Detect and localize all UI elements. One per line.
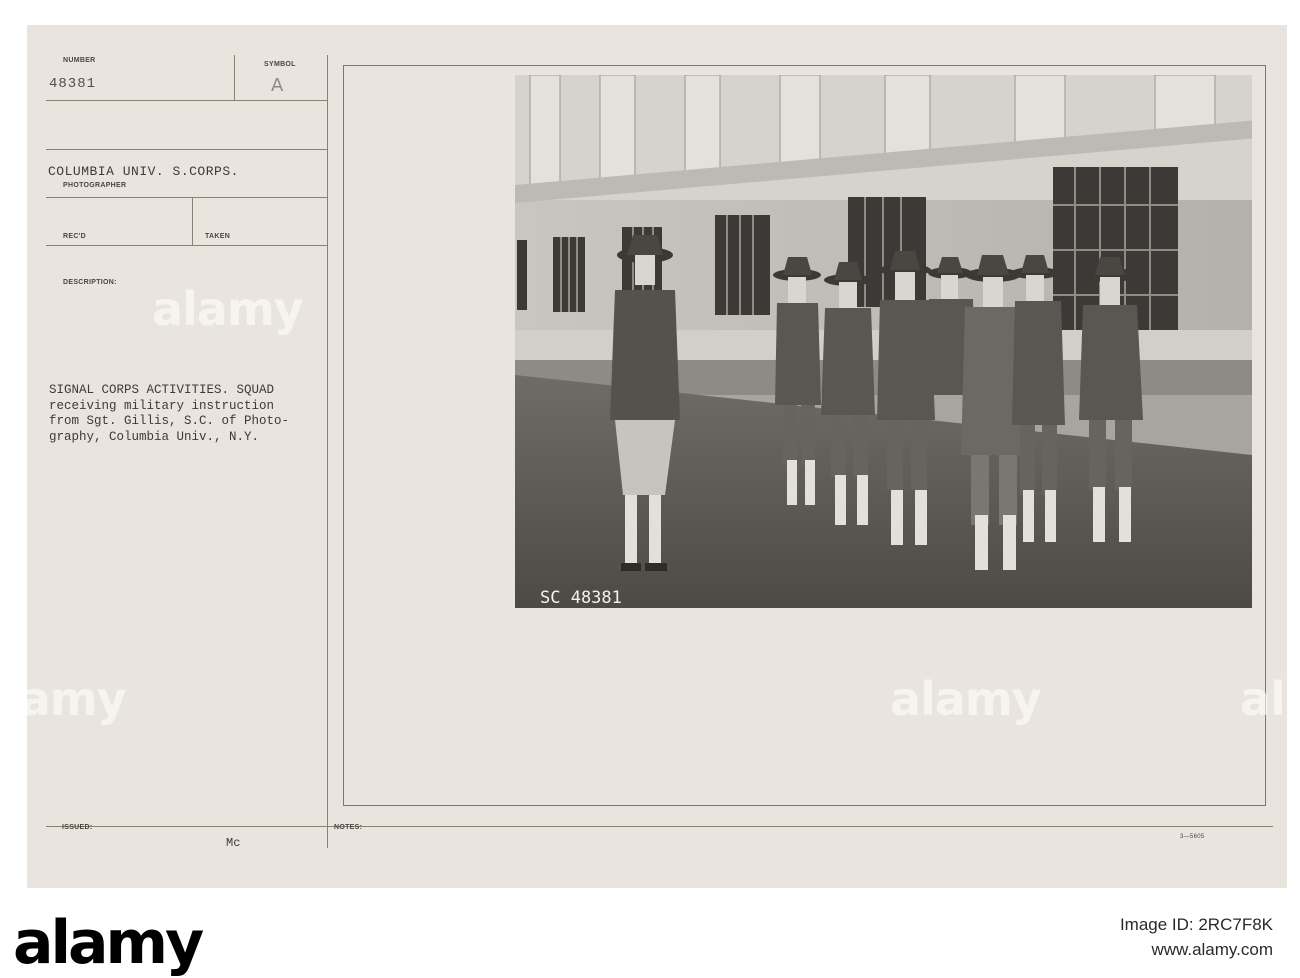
symbol-value: A — [271, 75, 284, 96]
notes-label: NOTES: — [334, 824, 363, 831]
historical-photograph: SC 48381 — [515, 75, 1252, 608]
alamy-logo: alamy — [13, 908, 204, 978]
image-id-text: Image ID: 2RC7F8K — [1119, 915, 1273, 934]
photo-scene-drawing: SC 48381 — [515, 75, 1252, 608]
description-text: SIGNAL CORPS ACTIVITIES. SQUAD receiving… — [49, 383, 290, 444]
rule-issued-line — [46, 826, 1273, 827]
rule-number-bottom — [46, 100, 328, 101]
photographer-value: COLUMBIA UNIV. S.CORPS. — [48, 164, 239, 179]
watermark-center-left: alamy — [152, 282, 304, 336]
description-label: DESCRIPTION: — [63, 279, 117, 286]
rule-panel-divider — [327, 55, 328, 848]
symbol-label: SYMBOL — [264, 61, 296, 68]
taken-label: TAKEN — [205, 233, 231, 240]
issued-value: Mc — [226, 836, 241, 850]
watermark-bottom-center: alamy — [890, 672, 1042, 726]
form-code: 3—5605 — [1180, 834, 1205, 840]
rule-photographer-bottom — [46, 197, 328, 198]
rule-number-symbol-divider — [234, 55, 235, 100]
recd-label: REC'D — [63, 233, 86, 240]
issued-label: ISSUED: — [62, 824, 93, 831]
photo-stamp: SC 48381 — [540, 588, 622, 608]
rule-photographer-top — [46, 149, 328, 150]
site-url: www.alamy.com — [1151, 940, 1273, 959]
watermark-left-edge: alamy — [0, 672, 127, 726]
watermark-right-edge: alamy — [1240, 672, 1300, 726]
rule-recd-bottom — [46, 245, 328, 246]
photographer-label: PHOTOGRAPHER — [63, 182, 127, 189]
number-label: NUMBER — [63, 57, 96, 64]
number-value: 48381 — [49, 76, 97, 92]
rule-recd-taken-divider — [192, 198, 193, 245]
